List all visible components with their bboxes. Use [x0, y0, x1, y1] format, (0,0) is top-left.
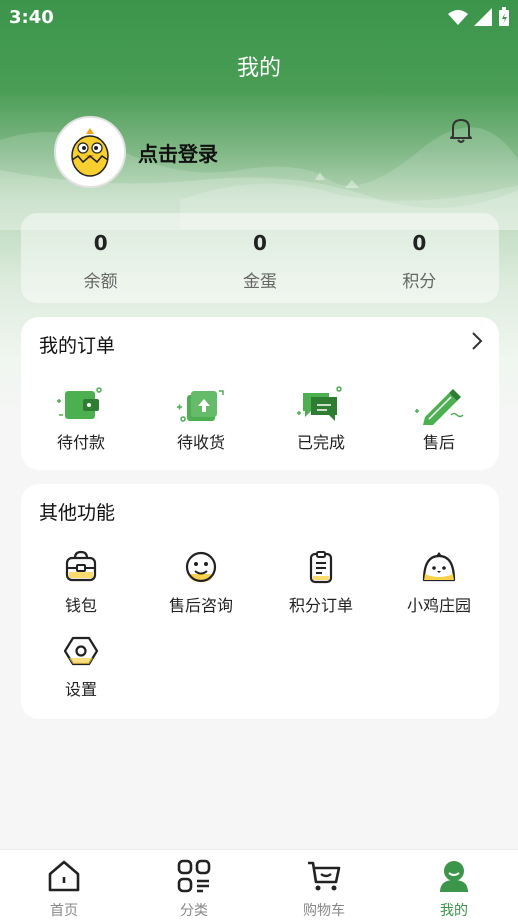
user-icon: [440, 861, 468, 892]
signal-icon: [474, 8, 492, 26]
category-icon: [177, 859, 211, 893]
function-label: 售后咨询: [168, 596, 233, 615]
hex-nut-icon: [63, 636, 99, 666]
function-label: 积分订单: [288, 596, 353, 615]
login-link[interactable]: 点击登录: [138, 138, 218, 167]
order-label: 待收货: [176, 433, 225, 452]
pencil-icon: [415, 389, 464, 425]
stat-points[interactable]: 0 积分: [340, 213, 499, 303]
battery-icon: [499, 7, 509, 26]
status-time: 3:40: [9, 7, 54, 28]
function-label: 小鸡庄园: [406, 596, 471, 615]
package-icon: [177, 390, 224, 422]
smile-icon: [185, 551, 217, 583]
chick-icon: [422, 552, 456, 582]
functions-card: 其他功能 钱包 售后咨询 积分订单 小鸡庄园 设置: [21, 484, 499, 719]
function-after-sales-consult[interactable]: 售后咨询: [141, 550, 261, 616]
nav-label: 分类: [180, 903, 208, 919]
orders-title: 我的订单: [39, 335, 116, 357]
cart-icon: [308, 861, 341, 891]
order-label: 已完成: [296, 433, 345, 452]
nav-home[interactable]: 首页: [14, 858, 114, 920]
function-wallet[interactable]: 钱包: [21, 550, 141, 616]
order-completed[interactable]: 已完成: [261, 385, 381, 453]
function-label: 设置: [64, 680, 97, 699]
bag-icon: [65, 550, 97, 582]
function-points-orders[interactable]: 积分订单: [261, 550, 381, 616]
functions-title: 其他功能: [39, 502, 116, 524]
stat-label: 积分: [402, 272, 437, 292]
chick-avatar-icon: [71, 128, 109, 177]
status-bar: 3:40: [0, 0, 518, 36]
nav-label: 购物车: [303, 903, 345, 919]
orders-more-button[interactable]: [471, 331, 483, 355]
stat-value: 0: [253, 231, 267, 255]
function-label: 钱包: [64, 596, 97, 615]
status-icons: [448, 7, 510, 27]
bottom-nav: 首页 分类 购物车 我的: [0, 849, 518, 922]
function-chick-farm[interactable]: 小鸡庄园: [379, 550, 499, 616]
wifi-icon: [448, 10, 468, 25]
notification-button[interactable]: [446, 115, 476, 149]
page-title: 我的: [236, 56, 281, 81]
orders-card: 我的订单 待付款 待收货 已完成 售后: [21, 317, 499, 470]
nav-mine[interactable]: 我的: [404, 858, 504, 920]
stat-value: 0: [93, 231, 108, 255]
stat-label: 余额: [83, 272, 118, 292]
order-label: 售后: [422, 433, 455, 452]
function-settings[interactable]: 设置: [21, 634, 141, 700]
stat-balance[interactable]: 0 余额: [21, 213, 180, 303]
chevron-right-icon: [472, 332, 483, 350]
order-pending-payment[interactable]: 待付款: [21, 385, 141, 453]
stats-panel: 0 余额 0 金蛋 0 积分: [21, 213, 499, 303]
order-after-sales[interactable]: 售后: [379, 385, 499, 453]
stat-golden-eggs[interactable]: 0 金蛋: [180, 213, 339, 303]
wallet-icon: [57, 387, 102, 419]
home-icon: [48, 860, 80, 892]
nav-cart[interactable]: 购物车: [274, 858, 374, 920]
stat-label: 金蛋: [242, 272, 277, 292]
nav-label: 首页: [50, 903, 78, 919]
avatar[interactable]: [54, 116, 126, 188]
order-pending-receipt[interactable]: 待收货: [141, 385, 261, 453]
stat-value: 0: [412, 231, 427, 255]
order-label: 待付款: [56, 433, 105, 452]
bell-icon: [450, 119, 472, 143]
nav-category[interactable]: 分类: [144, 858, 244, 920]
chat-check-icon: [297, 386, 342, 421]
nav-label: 我的: [440, 903, 468, 919]
clipboard-icon: [309, 551, 333, 584]
